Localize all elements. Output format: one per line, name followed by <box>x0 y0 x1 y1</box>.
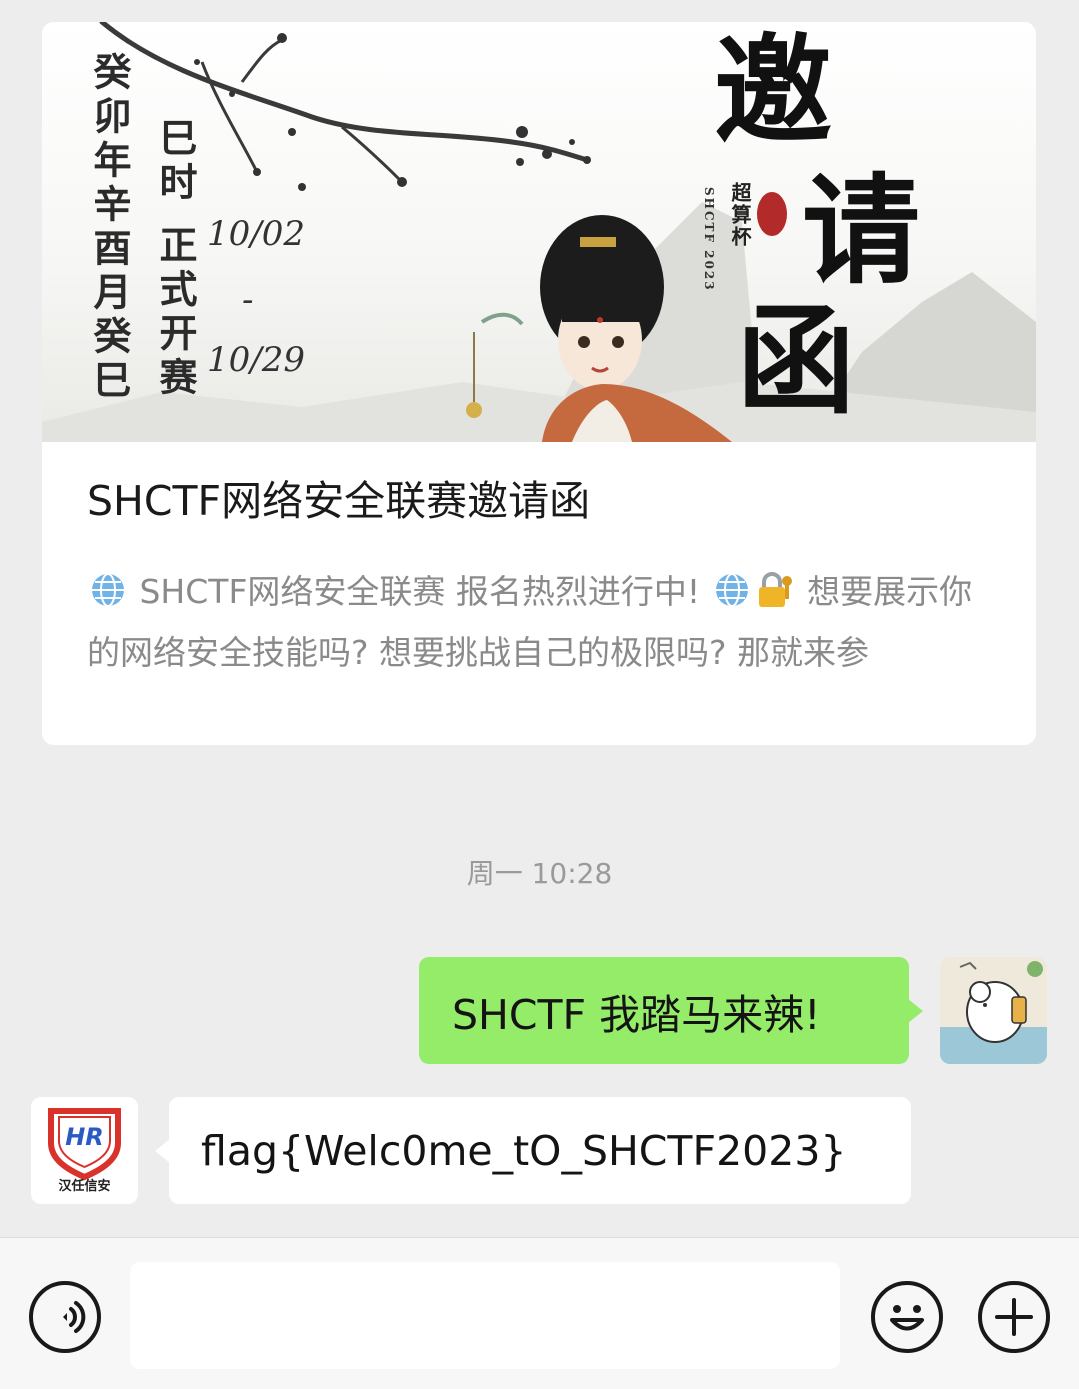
article-banner-image: 癸卯年辛酉月癸巳 巳时 正式开赛 10/02 - 10/29 邀 请 函 SHC… <box>42 22 1036 442</box>
message-timestamp: 周一 10:28 <box>466 857 613 890</box>
banner-title-char-2: 请 <box>802 161 921 300</box>
globe-icon <box>89 570 127 625</box>
chat-input-bar <box>0 1237 1079 1389</box>
emoji-button[interactable] <box>871 1281 943 1353</box>
voice-icon <box>63 1301 86 1333</box>
message-input[interactable] <box>130 1262 840 1369</box>
banner-date-end: 10/29 <box>207 340 305 380</box>
banner-title-char-1: 邀 <box>714 22 833 160</box>
banner-cup-name: 超算杯 <box>728 182 752 248</box>
banner-vertical-open: 巳时 正式开赛 <box>153 118 198 402</box>
globe-icon <box>713 570 751 625</box>
plus-icon <box>995 1298 1033 1336</box>
banner-vertical-date: 癸卯年辛酉月癸巳 <box>87 52 132 404</box>
cartoon-avatar-icon <box>940 957 1047 1064</box>
article-title: SHCTF网络安全联赛邀请函 <box>87 477 591 525</box>
emoji-icon <box>890 1305 924 1331</box>
sender-avatar-label: 汉任信安 <box>58 1179 111 1194</box>
my-avatar[interactable] <box>940 957 1047 1064</box>
banner-date-start: 10/02 <box>207 214 305 254</box>
sent-message-bubble[interactable]: SHCTF 我踏马来辣! <box>419 957 923 1064</box>
article-description: SHCTF网络安全联赛 报名热烈进行中! 想要展示你的网络安全技能吗? 想要挑战… <box>87 564 1002 680</box>
more-actions-button[interactable] <box>978 1281 1050 1353</box>
banner-subtitle: SHCTF 2023 <box>702 187 716 292</box>
article-description-part1: SHCTF网络安全联赛 报名热烈进行中! <box>129 572 711 611</box>
svg-text:HR: HR <box>65 1123 104 1151</box>
banner-date-dash: - <box>242 280 254 320</box>
banner-title-char-3: 函 <box>737 291 856 430</box>
voice-input-button[interactable] <box>29 1281 101 1353</box>
article-card[interactable]: 癸卯年辛酉月癸巳 巳时 正式开赛 10/02 - 10/29 邀 请 函 SHC… <box>42 22 1036 745</box>
sender-avatar-hr[interactable]: HR 汉任信安 <box>31 1097 138 1204</box>
received-message-bubble[interactable]: flag{Welc0me_tO_SHCTF2023} <box>155 1097 911 1204</box>
lock-key-icon <box>755 570 795 625</box>
